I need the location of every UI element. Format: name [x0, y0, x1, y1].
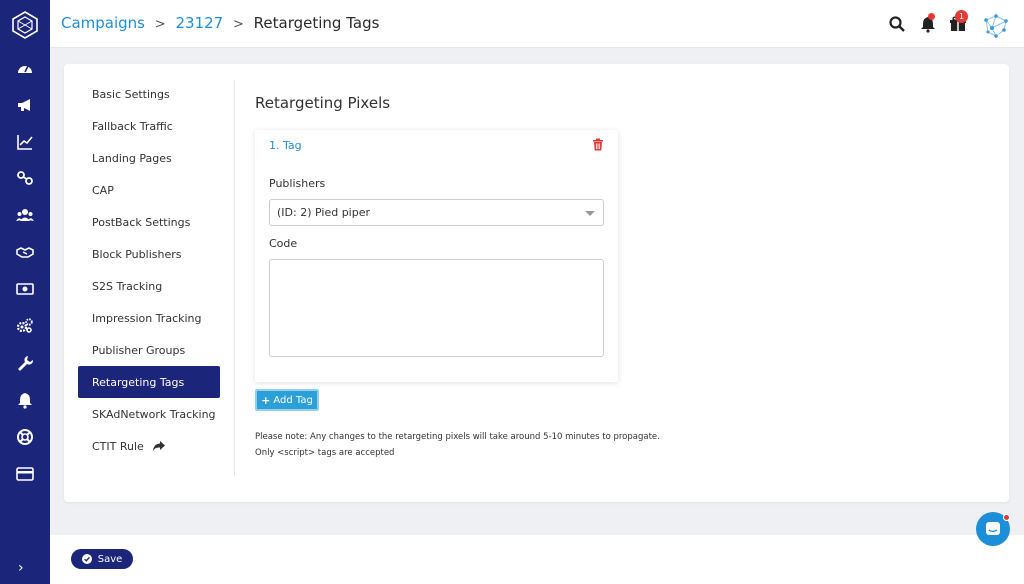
menu-item-skadnetwork-tracking[interactable]: SKAdNetwork Tracking — [78, 398, 220, 430]
gears-icon[interactable] — [15, 316, 35, 336]
support-icon[interactable] — [15, 427, 35, 447]
breadcrumb: Campaigns > 23127 > Retargeting Tags — [61, 13, 379, 35]
footer-bar: Save — [50, 535, 1024, 584]
menu-divider — [234, 80, 235, 476]
menu-item-retargeting-tags[interactable]: Retargeting Tags — [78, 366, 220, 398]
credit-card-icon[interactable] — [15, 464, 35, 484]
code-textarea[interactable] — [269, 259, 604, 357]
menu-item-basic-settings[interactable]: Basic Settings — [78, 78, 220, 110]
menu-item-block-publishers[interactable]: Block Publishers — [78, 238, 220, 270]
publishers-select[interactable]: (ID: 2) Pied piper — [269, 199, 604, 226]
tag-panel: 1. Tag Publishers (ID: 2) Pied piper Cod… — [255, 130, 618, 382]
megaphone-icon[interactable] — [15, 95, 35, 115]
users-icon[interactable] — [15, 205, 35, 225]
section-heading: Retargeting Pixels — [255, 94, 391, 112]
menu-item-ctit-rule[interactable]: CTIT Rule — [78, 430, 220, 462]
dashboard-icon[interactable] — [15, 59, 35, 79]
share-arrow-icon — [152, 441, 165, 451]
search-icon[interactable] — [888, 15, 906, 33]
menu-item-cap[interactable]: CAP — [78, 174, 220, 206]
check-circle-icon — [81, 554, 92, 564]
save-label: Save — [97, 553, 123, 565]
add-tag-button[interactable]: + Add Tag — [255, 389, 319, 411]
handshake-icon[interactable] — [15, 242, 35, 262]
menu-item-impression-tracking[interactable]: Impression Tracking — [78, 302, 220, 334]
settings-card: Basic Settings Fallback Traffic Landing … — [64, 64, 1009, 502]
notification-dot — [928, 13, 935, 20]
menu-item-landing-pages[interactable]: Landing Pages — [78, 142, 220, 174]
add-tag-label: Add Tag — [273, 394, 313, 406]
menu-item-publisher-groups[interactable]: Publisher Groups — [78, 334, 220, 366]
menu-item-postback-settings[interactable]: PostBack Settings — [78, 206, 220, 238]
expand-sidebar-icon[interactable]: › — [18, 560, 24, 576]
page-title: Retargeting Tags — [253, 14, 380, 32]
breadcrumb-separator: > — [154, 17, 166, 32]
money-icon[interactable] — [15, 279, 35, 299]
settings-menu: Basic Settings Fallback Traffic Landing … — [78, 78, 220, 462]
code-label: Code — [269, 237, 298, 250]
wrench-icon[interactable] — [15, 353, 35, 373]
bell-icon[interactable] — [15, 390, 35, 410]
app-logo-icon[interactable] — [11, 11, 39, 39]
top-bar: Campaigns > 23127 > Retargeting Tags 1 — [50, 0, 1024, 48]
gift-count-badge: 1 — [955, 10, 968, 23]
publishers-selected-value: (ID: 2) Pied piper — [277, 206, 371, 219]
link-icon[interactable] — [15, 168, 35, 188]
propagation-note: Please note: Any changes to the retarget… — [255, 432, 660, 442]
tag-title: 1. Tag — [269, 139, 302, 152]
script-tags-note: Only <script> tags are accepted — [255, 448, 395, 458]
trash-icon[interactable] — [592, 138, 604, 151]
breadcrumb-campaign-id-link[interactable]: 23127 — [175, 14, 223, 32]
chat-launcher-button[interactable] — [976, 512, 1010, 546]
menu-item-s2s-tracking[interactable]: S2S Tracking — [78, 270, 220, 302]
chevron-down-icon — [585, 211, 595, 216]
chat-notification-dot — [1003, 514, 1010, 521]
chat-icon — [986, 522, 1000, 535]
menu-item-label: CTIT Rule — [92, 439, 144, 453]
menu-item-fallback-traffic[interactable]: Fallback Traffic — [78, 110, 220, 142]
breadcrumb-campaigns-link[interactable]: Campaigns — [61, 14, 145, 32]
save-button[interactable]: Save — [71, 549, 133, 569]
plus-icon: + — [261, 393, 271, 407]
avatar[interactable] — [982, 12, 1010, 40]
left-navigation-rail: › — [0, 0, 50, 584]
breadcrumb-separator: > — [232, 17, 244, 32]
chart-line-icon[interactable] — [15, 132, 35, 152]
publishers-label: Publishers — [269, 177, 326, 190]
